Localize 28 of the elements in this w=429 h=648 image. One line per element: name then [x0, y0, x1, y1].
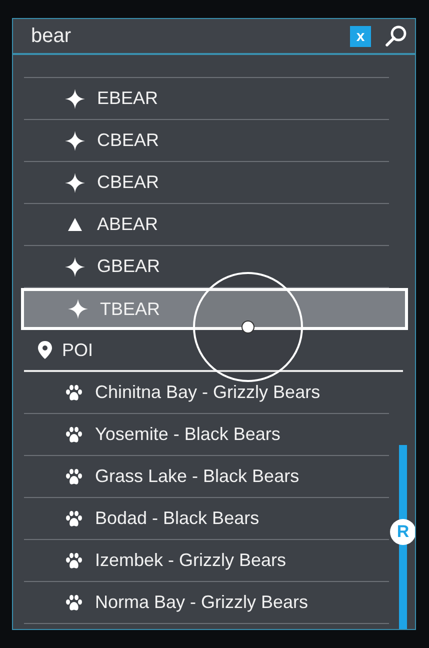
sparkle-icon — [65, 130, 85, 150]
scrollbar[interactable] — [399, 445, 407, 629]
location-pin-icon — [38, 341, 52, 359]
paw-icon — [65, 510, 83, 528]
result-item[interactable]: Grass Lake - Black Bears — [24, 456, 389, 498]
result-item[interactable]: CBEAR — [24, 120, 389, 162]
paw-icon — [65, 384, 83, 402]
paw-icon — [65, 594, 83, 612]
paw-icon — [65, 426, 83, 444]
sparkle-icon — [65, 88, 85, 108]
search-icon[interactable] — [385, 25, 407, 47]
result-item[interactable]: EBEAR — [24, 78, 389, 120]
result-item[interactable]: ABEAR — [24, 204, 389, 246]
sparkle-icon — [65, 172, 85, 192]
result-item[interactable]: TBEAR — [21, 288, 408, 330]
paw-icon — [65, 552, 83, 570]
sparkle-icon — [68, 299, 88, 319]
search-field[interactable]: bear — [31, 22, 350, 50]
result-item[interactable]: Norma Bay - Grizzly Bears — [24, 582, 389, 624]
paw-icon — [65, 468, 83, 486]
result-item[interactable]: Bodad - Black Bears — [24, 498, 389, 540]
result-item[interactable]: Izembek - Grizzly Bears — [24, 540, 389, 582]
result-item[interactable]: Chinitna Bay - Grizzly Bears — [24, 372, 389, 414]
touch-indicator-icon — [192, 271, 304, 383]
result-item[interactable]: Yosemite - Black Bears — [24, 414, 389, 456]
section-heading: POI — [62, 340, 94, 360]
result-item[interactable]: CBEAR — [24, 162, 389, 204]
sparkle-icon — [65, 256, 85, 276]
